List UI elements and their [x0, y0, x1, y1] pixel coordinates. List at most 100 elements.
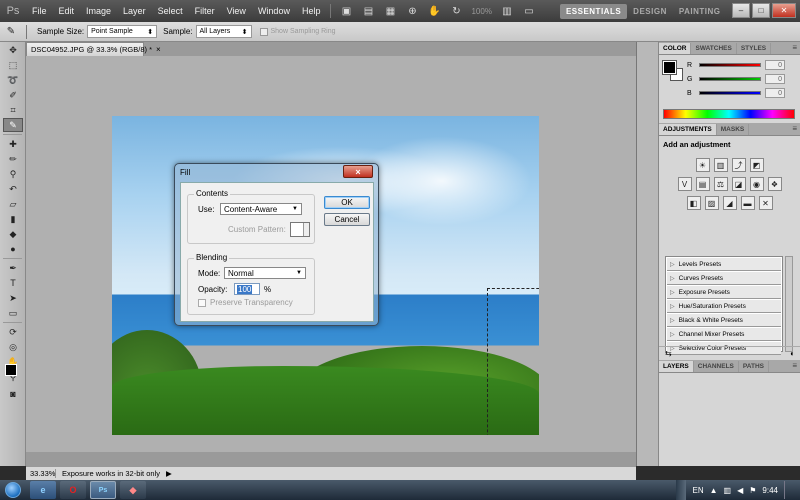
marquee-selection[interactable]: [487, 288, 539, 435]
exposure-icon[interactable]: ◩: [749, 158, 764, 172]
arrange-documents-icon[interactable]: ▥: [498, 3, 516, 19]
crop-tool-icon[interactable]: ⌗: [3, 103, 23, 117]
presets-scrollbar[interactable]: [785, 256, 793, 352]
list-item[interactable]: Hue/Saturation Presets: [667, 300, 781, 313]
green-slider[interactable]: [699, 77, 761, 81]
volume-icon[interactable]: ◀: [737, 486, 743, 495]
blue-value-field[interactable]: 0: [765, 88, 785, 98]
menu-filter[interactable]: Filter: [189, 6, 221, 16]
tab-adjustments[interactable]: ADJUSTMENTS: [659, 124, 717, 135]
clip-to-layer-icon[interactable]: ◐: [790, 349, 795, 358]
vibrance-icon[interactable]: V: [677, 177, 692, 191]
eraser-tool-icon[interactable]: ▱: [3, 197, 23, 211]
tab-swatches[interactable]: SWATCHES: [691, 43, 737, 54]
custom-pattern-picker[interactable]: [289, 222, 310, 237]
hand-icon[interactable]: ✋: [425, 3, 443, 19]
mini-bridge-icon[interactable]: ▤: [359, 3, 377, 19]
maximize-icon[interactable]: □: [752, 3, 770, 18]
list-item[interactable]: Black & White Presets: [667, 314, 781, 327]
status-menu-arrow-icon[interactable]: ▶: [166, 469, 172, 478]
panel-menu-icon[interactable]: ≡: [792, 124, 797, 133]
list-item[interactable]: Levels Presets: [667, 258, 781, 271]
blue-slider[interactable]: [699, 91, 761, 95]
menu-window[interactable]: Window: [252, 6, 296, 16]
photoshop-taskbar-button[interactable]: Ps: [90, 481, 116, 499]
threshold-icon[interactable]: ◢: [722, 196, 737, 210]
ok-button[interactable]: OK: [324, 196, 370, 209]
3d-orbit-tool-icon[interactable]: ◎: [3, 340, 23, 354]
black-white-icon[interactable]: ◪: [731, 177, 746, 191]
3d-rotate-tool-icon[interactable]: ⟳: [3, 325, 23, 339]
foreground-color-swatch[interactable]: [5, 364, 17, 376]
preserve-transparency-checkbox[interactable]: [198, 298, 206, 307]
eyedropper-preset-icon[interactable]: ✎: [2, 24, 20, 40]
menu-select[interactable]: Select: [152, 6, 189, 16]
path-selection-tool-icon[interactable]: ➤: [3, 291, 23, 305]
close-tab-icon[interactable]: ×: [156, 45, 161, 54]
list-item[interactable]: Curves Presets: [667, 272, 781, 285]
return-to-list-icon[interactable]: ⇆: [665, 349, 672, 358]
sample-select[interactable]: All Layers ⬍: [195, 25, 252, 38]
levels-icon[interactable]: ▥: [713, 158, 728, 172]
color-balance-icon[interactable]: ⚖: [713, 177, 728, 191]
hue-saturation-icon[interactable]: ▤: [695, 177, 710, 191]
foreground-swatch[interactable]: [662, 60, 677, 75]
cancel-button[interactable]: Cancel: [324, 213, 370, 226]
zoom-level-display[interactable]: 100%: [471, 7, 491, 16]
marquee-tool-icon[interactable]: ⬚: [3, 58, 23, 72]
guides-icon[interactable]: ▦: [381, 3, 399, 19]
quick-select-tool-icon[interactable]: ✐: [3, 88, 23, 102]
invert-icon[interactable]: ◧: [686, 196, 701, 210]
zoom-icon[interactable]: ⊕: [403, 3, 421, 19]
curves-icon[interactable]: ⤴: [731, 158, 746, 172]
language-indicator[interactable]: EN: [692, 486, 703, 495]
photo-filter-icon[interactable]: ◉: [749, 177, 764, 191]
tab-paths[interactable]: PATHS: [739, 361, 769, 372]
minimize-icon[interactable]: –: [732, 3, 750, 18]
pen-tool-icon[interactable]: ✒: [3, 261, 23, 275]
red-value-field[interactable]: 0: [765, 60, 785, 70]
eyedropper-tool-icon[interactable]: ✎: [3, 118, 23, 132]
tab-layers[interactable]: LAYERS: [659, 361, 694, 372]
color-ramp[interactable]: [663, 109, 795, 119]
dodge-tool-icon[interactable]: ●: [3, 242, 23, 256]
workspace-essentials[interactable]: ESSENTIALS: [559, 3, 628, 19]
menu-view[interactable]: View: [221, 6, 252, 16]
tray-arrow-icon[interactable]: ▲: [710, 486, 718, 495]
menu-help[interactable]: Help: [296, 6, 327, 16]
tab-styles[interactable]: STYLES: [737, 43, 772, 54]
flag-icon[interactable]: ⚑: [749, 486, 756, 495]
rectangle-tool-icon[interactable]: ▭: [3, 306, 23, 320]
status-zoom[interactable]: 33.33%: [26, 469, 56, 478]
start-button[interactable]: [0, 480, 26, 500]
workspace-painting[interactable]: PAINTING: [673, 4, 727, 19]
tab-masks[interactable]: MASKS: [717, 124, 750, 135]
tab-channels[interactable]: CHANNELS: [694, 361, 739, 372]
show-sampling-ring-checkbox[interactable]: [259, 27, 268, 36]
bridge-icon[interactable]: ▣: [337, 3, 355, 19]
menu-file[interactable]: File: [26, 6, 53, 16]
brightness-contrast-icon[interactable]: ☀: [695, 158, 710, 172]
clone-stamp-tool-icon[interactable]: ⚲: [3, 167, 23, 181]
selective-color-icon[interactable]: ✕: [758, 196, 773, 210]
lasso-tool-icon[interactable]: ➰: [3, 73, 23, 87]
panel-menu-icon[interactable]: ≡: [792, 361, 797, 370]
menu-layer[interactable]: Layer: [117, 6, 152, 16]
dialog-close-icon[interactable]: ×: [343, 165, 373, 178]
panel-menu-icon[interactable]: ≡: [792, 43, 797, 52]
gradient-tool-icon[interactable]: ▮: [3, 212, 23, 226]
menu-image[interactable]: Image: [80, 6, 117, 16]
opera-icon[interactable]: O: [60, 481, 86, 499]
list-item[interactable]: Channel Mixer Presets: [667, 328, 781, 341]
opacity-field[interactable]: 100: [234, 283, 260, 295]
type-tool-icon[interactable]: T: [3, 276, 23, 290]
rotate-view-icon[interactable]: ↻: [447, 3, 465, 19]
menu-edit[interactable]: Edit: [53, 6, 81, 16]
screen-mode-icon[interactable]: ▭: [520, 3, 538, 19]
posterize-icon[interactable]: ▨: [704, 196, 719, 210]
red-slider[interactable]: [699, 63, 761, 67]
move-tool-icon[interactable]: ✥: [3, 43, 23, 57]
workspace-design[interactable]: DESIGN: [627, 4, 673, 19]
network-icon[interactable]: ▥: [724, 486, 732, 495]
blur-tool-icon[interactable]: ◆: [3, 227, 23, 241]
